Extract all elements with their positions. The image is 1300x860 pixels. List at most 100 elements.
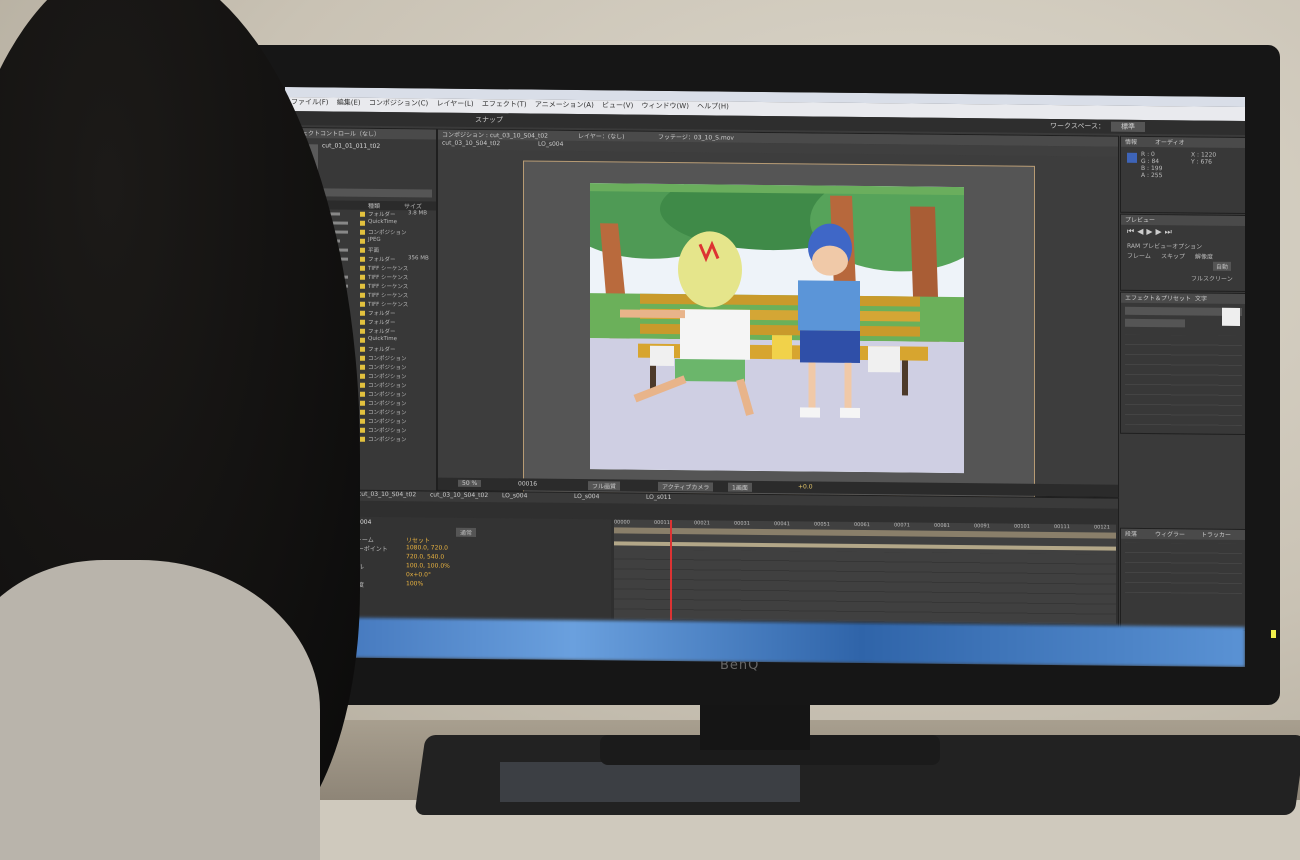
ruler-tick-label: 00051 [814, 521, 830, 528]
item-type: TIFF シーケンス [368, 301, 409, 309]
fill-color-swatch[interactable] [1222, 307, 1240, 326]
label-color-tag[interactable] [360, 337, 365, 343]
preview-resolution-select[interactable]: 自動 [1213, 261, 1232, 271]
item-type: コンポジション [368, 427, 407, 435]
color-swatch [1127, 152, 1137, 163]
tab-layer[interactable]: レイヤー：(なし) [578, 131, 625, 140]
subtab-lo[interactable]: LO_s004 [538, 141, 563, 148]
ruler-tick-label: 00091 [974, 523, 990, 530]
label-color-tag[interactable] [360, 274, 365, 280]
tab-composition[interactable]: コンポジション : cut_03_10_S04_t02 [442, 132, 548, 140]
label-color-tag[interactable] [360, 391, 365, 397]
character-settings[interactable] [1125, 334, 1242, 426]
timeline-tab[interactable]: cut_03_10_S04_t02 [430, 491, 488, 499]
column-size[interactable]: サイズ [404, 201, 422, 210]
menu-view[interactable]: ビュー(V) [602, 101, 633, 109]
subtab-comp[interactable]: cut_03_10_S04_t02 [442, 140, 500, 148]
transform-property-value[interactable]: 1080.0, 720.0 [406, 544, 448, 551]
label-color-tag[interactable] [360, 400, 365, 406]
ruler-tick-label: 00000 [614, 519, 630, 526]
label-color-tag[interactable] [360, 229, 365, 235]
label-color-tag[interactable] [360, 427, 365, 433]
time-ruler[interactable]: 00000 00011 00021 00031 00041 00051 00061 00071… [614, 519, 1116, 530]
views-dropdown[interactable]: 1画面 [728, 482, 752, 492]
label-color-tag[interactable] [360, 319, 365, 325]
menu-animation[interactable]: アニメーション(A) [535, 101, 594, 110]
label-color-tag[interactable] [360, 283, 365, 289]
playback-controls[interactable]: ⏮◀▶▶⏭ [1127, 227, 1240, 238]
item-type: コンポジション [368, 409, 407, 417]
label-color-tag[interactable] [360, 265, 365, 271]
transform-property-value[interactable]: 720.0, 540.0 [406, 553, 444, 560]
column-type[interactable]: 種類 [368, 201, 380, 210]
timeline-tab[interactable]: LO_s004 [574, 493, 599, 500]
item-size: 356 MB [408, 255, 429, 262]
transform-property-value[interactable]: 100% [406, 580, 423, 587]
ruler-tick-label: 00121 [1094, 524, 1110, 531]
tab-effects-presets[interactable]: エフェクト＆プリセット [1125, 295, 1191, 303]
menu-edit[interactable]: 編集(E) [337, 99, 361, 107]
menu-file[interactable]: ファイル(F) [291, 98, 329, 106]
preview-fullscreen-checkbox[interactable]: フルスクリーン [1191, 273, 1233, 282]
font-style-select[interactable] [1125, 318, 1185, 328]
tab-tracker[interactable]: トラッカー [1201, 530, 1231, 539]
current-timecode[interactable]: 00016 [518, 480, 537, 487]
label-color-tag[interactable] [360, 310, 365, 316]
label-color-tag[interactable] [360, 409, 365, 415]
label-color-tag[interactable] [360, 328, 365, 334]
preview-frame-label: フレーム [1127, 252, 1151, 261]
tab-audio[interactable]: オーディオ [1155, 137, 1185, 146]
menu-window[interactable]: ウィンドウ(W) [642, 102, 689, 110]
label-color-tag[interactable] [360, 355, 365, 361]
tab-wiggler[interactable]: ウィグラー [1155, 529, 1185, 538]
resolution-dropdown[interactable]: フル画質 [588, 481, 621, 491]
menu-effect[interactable]: エフェクト(T) [482, 100, 527, 108]
zoom-dropdown[interactable]: 50 % [458, 479, 482, 488]
timeline-tab[interactable]: LO_s004 [502, 492, 527, 499]
tab-character[interactable]: 文字 [1195, 294, 1207, 303]
exposure-value[interactable]: +0.0 [798, 483, 813, 490]
item-type: TIFF シーケンス [368, 292, 409, 300]
ruler-tick-label: 00021 [694, 520, 710, 527]
tab-preview[interactable]: プレビュー [1121, 214, 1245, 227]
label-color-tag[interactable] [360, 346, 365, 352]
label-color-tag[interactable] [360, 292, 365, 298]
label-color-tag[interactable] [360, 220, 365, 226]
work-area-bar[interactable] [614, 527, 1116, 539]
camera-dropdown[interactable]: アクティブカメラ [658, 481, 714, 492]
label-color-tag[interactable] [360, 418, 365, 424]
workspace-select[interactable]: 標準 [1111, 121, 1145, 132]
snap-toggle[interactable]: スナップ [475, 115, 503, 125]
blend-mode-select[interactable]: 通常 [456, 527, 477, 537]
ram-preview-options[interactable]: RAM プレビューオプション [1127, 241, 1202, 251]
label-color-tag[interactable] [360, 211, 365, 217]
paragraph-settings[interactable] [1125, 542, 1242, 594]
transform-property-value[interactable]: 100.0, 100.0% [406, 562, 450, 569]
menu-help[interactable]: ヘルプ(H) [697, 102, 729, 110]
label-color-tag[interactable] [360, 436, 365, 442]
tab-info[interactable]: 情報 [1125, 139, 1137, 146]
label-color-tag[interactable] [360, 256, 365, 262]
transform-property-value[interactable]: リセット [406, 535, 430, 544]
item-type: 平面 [368, 247, 380, 254]
timeline-tab[interactable]: LO_s011 [646, 494, 671, 501]
current-time-indicator[interactable] [670, 520, 672, 621]
ruler-tick-label: 00061 [854, 521, 870, 529]
menu-layer[interactable]: レイヤー(L) [436, 100, 473, 108]
label-color-tag[interactable] [360, 247, 365, 253]
menu-composition[interactable]: コンポジション(C) [369, 99, 428, 108]
label-color-tag[interactable] [360, 238, 365, 244]
ruler-tick-label: 00031 [734, 520, 750, 527]
effects-tabs: エフェクト＆プリセット 文字 [1121, 292, 1245, 305]
transform-property-value[interactable]: 0x+0.0° [406, 571, 431, 578]
label-color-tag[interactable] [360, 382, 365, 388]
label-color-tag[interactable] [360, 301, 365, 307]
label-color-tag[interactable] [360, 373, 365, 379]
tab-footage[interactable]: フッテージ：03_10_S.mov [658, 132, 734, 142]
info-a: A : 255 [1141, 171, 1163, 180]
label-color-tag[interactable] [360, 364, 365, 370]
timeline-tab[interactable]: cut_03_10_S04_t02 [358, 491, 416, 499]
tab-paragraph[interactable]: 段落 [1125, 531, 1137, 538]
preview-panel: プレビュー ⏮◀▶▶⏭ RAM プレビューオプション フレーム スキップ 解像度… [1120, 213, 1245, 293]
composition-artwork [590, 183, 964, 474]
